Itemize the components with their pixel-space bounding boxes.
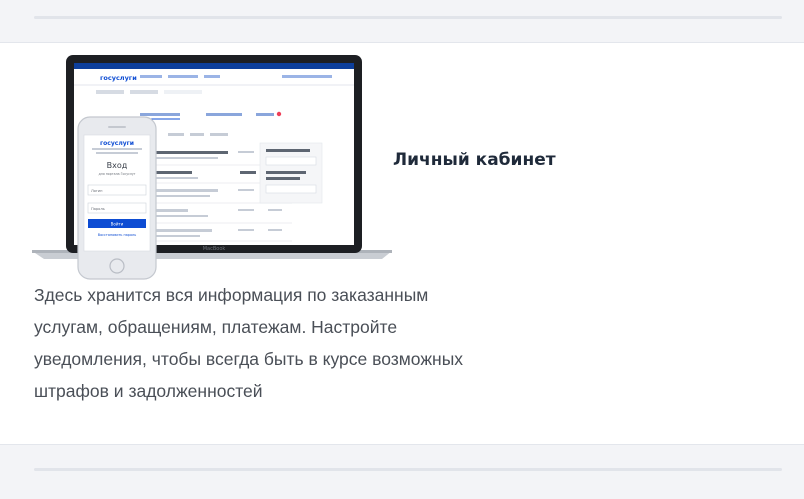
phone-login-field: Логин	[91, 189, 103, 193]
phone-login-heading: Вход	[107, 161, 128, 170]
phone-site-logo: госуслуги	[100, 140, 134, 147]
phone-icon: госуслуги Вход для портала Госуслуг Логи…	[77, 116, 157, 280]
laptop-site-logo: госуслуги	[100, 74, 137, 82]
bottom-divider	[34, 468, 782, 471]
personal-account-illustration: MacBook госуслуги госуслуги Вход для пор…	[32, 55, 392, 280]
feature-card: MacBook госуслуги госуслуги Вход для пор…	[0, 43, 804, 444]
phone-login-sub: для портала Госуслуг	[99, 172, 136, 176]
phone-password-field: Пароль	[91, 207, 105, 211]
card-title: Личный кабинет	[393, 150, 556, 170]
top-divider	[34, 16, 782, 19]
phone-login-button: Войти	[111, 222, 124, 227]
card-description: Здесь хранится вся информация по заказан…	[34, 285, 464, 401]
phone-forgot-link: Восстановить пароль	[98, 233, 136, 237]
laptop-brand-label: MacBook	[203, 246, 226, 252]
bottom-band	[0, 444, 804, 499]
top-band	[0, 0, 804, 43]
